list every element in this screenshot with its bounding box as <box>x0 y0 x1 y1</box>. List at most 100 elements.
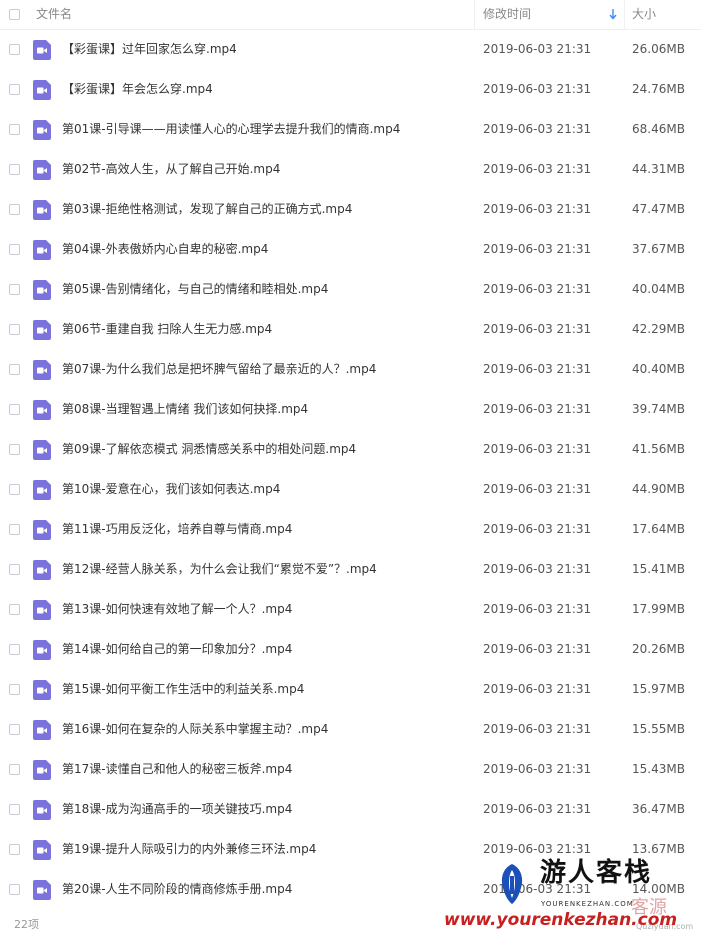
file-row[interactable]: 第04课-外表傲娇内心自卑的秘密.mp4 2019-06-03 21:31 37.6… <box>0 230 701 270</box>
file-row-checkbox[interactable] <box>9 684 20 695</box>
file-row-checkbox[interactable] <box>9 44 20 55</box>
video-file-icon <box>33 240 51 260</box>
file-name-link[interactable]: 第12课-经营人脉关系，为什么会让我们“累觉不爱”？.mp4 <box>62 562 377 577</box>
file-modified-time: 2019-06-03 21:31 <box>483 762 592 776</box>
file-name-link[interactable]: 第19课-提升人际吸引力的内外兼修三环法.mp4 <box>62 842 316 857</box>
video-file-icon <box>33 520 51 540</box>
file-row-checkbox[interactable] <box>9 804 20 815</box>
file-name-link[interactable]: 第01课-引导课——用读懂人心的心理学去提升我们的情商.mp4 <box>62 122 400 137</box>
file-size: 15.97MB <box>632 682 685 696</box>
sort-arrow-down-icon[interactable] <box>608 7 618 21</box>
file-row[interactable]: 第12课-经营人脉关系，为什么会让我们“累觉不爱”？.mp4 2019-06-03… <box>0 550 701 590</box>
select-all-checkbox[interactable] <box>9 9 20 20</box>
file-name-link[interactable]: 第07课-为什么我们总是把坏脾气留给了最亲近的人？.mp4 <box>62 362 376 377</box>
file-size: 40.04MB <box>632 282 685 296</box>
file-name-link[interactable]: 第02节-高效人生，从了解自己开始.mp4 <box>62 162 280 177</box>
file-row-checkbox[interactable] <box>9 524 20 535</box>
file-row-checkbox[interactable] <box>9 884 20 895</box>
file-row[interactable]: 第07课-为什么我们总是把坏脾气留给了最亲近的人？.mp4 2019-06-03 … <box>0 350 701 390</box>
file-row[interactable]: 第01课-引导课——用读懂人心的心理学去提升我们的情商.mp4 2019-06-0… <box>0 110 701 150</box>
file-row[interactable]: 【彩蛋课】年会怎么穿.mp4 2019-06-03 21:31 24.76MB <box>0 70 701 110</box>
file-size: 15.55MB <box>632 722 685 736</box>
file-row[interactable]: 第10课-爱意在心，我们该如何表达.mp4 2019-06-03 21:31 44.… <box>0 470 701 510</box>
file-row-checkbox[interactable] <box>9 124 20 135</box>
file-row-checkbox[interactable] <box>9 484 20 495</box>
file-row[interactable]: 第15课-如何平衡工作生活中的利益关系.mp4 2019-06-03 21:31 1… <box>0 670 701 710</box>
file-row[interactable]: 第18课-成为沟通高手的一项关键技巧.mp4 2019-06-03 21:31 36… <box>0 790 701 830</box>
video-file-icon <box>33 40 51 60</box>
file-row[interactable]: 第16课-如何在复杂的人际关系中掌握主动？.mp4 2019-06-03 21:3… <box>0 710 701 750</box>
file-row-checkbox[interactable] <box>9 404 20 415</box>
column-header-modified-time[interactable]: 修改时间 <box>483 7 531 21</box>
file-list-header: 文件名 修改时间 大小 <box>0 0 701 30</box>
file-row-checkbox[interactable] <box>9 724 20 735</box>
video-file-icon <box>33 560 51 580</box>
file-name-link[interactable]: 第09课-了解依恋模式 洞悉情感关系中的相处问题.mp4 <box>62 442 356 457</box>
file-name-link[interactable]: 第10课-爱意在心，我们该如何表达.mp4 <box>62 482 280 497</box>
file-row-checkbox[interactable] <box>9 164 20 175</box>
file-size: 44.90MB <box>632 482 685 496</box>
video-file-icon <box>33 840 51 860</box>
video-file-icon <box>33 800 51 820</box>
file-row[interactable]: 第08课-当理智遇上情绪 我们该如何抉择.mp4 2019-06-03 21:31… <box>0 390 701 430</box>
file-modified-time: 2019-06-03 21:31 <box>483 282 592 296</box>
file-name-link[interactable]: 第15课-如何平衡工作生活中的利益关系.mp4 <box>62 682 304 697</box>
file-name-link[interactable]: 第17课-读懂自己和他人的秘密三板斧.mp4 <box>62 762 292 777</box>
file-name-link[interactable]: 第18课-成为沟通高手的一项关键技巧.mp4 <box>62 802 292 817</box>
file-name-link[interactable]: 第20课-人生不同阶段的情商修炼手册.mp4 <box>62 882 292 897</box>
file-modified-time: 2019-06-03 21:31 <box>483 42 592 56</box>
file-modified-time: 2019-06-03 21:31 <box>483 682 592 696</box>
file-modified-time: 2019-06-03 21:31 <box>483 362 592 376</box>
column-divider[interactable] <box>474 0 475 29</box>
video-file-icon <box>33 480 51 500</box>
file-row[interactable]: 【彩蛋课】过年回家怎么穿.mp4 2019-06-03 21:31 26.06MB <box>0 30 701 70</box>
file-name-link[interactable]: 第16课-如何在复杂的人际关系中掌握主动？.mp4 <box>62 722 328 737</box>
video-file-icon <box>33 760 51 780</box>
file-row[interactable]: 第03课-拒绝性格测试，发现了解自己的正确方式.mp4 2019-06-03 21… <box>0 190 701 230</box>
video-file-icon <box>33 440 51 460</box>
file-row-checkbox[interactable] <box>9 444 20 455</box>
file-row-checkbox[interactable] <box>9 324 20 335</box>
file-row-checkbox[interactable] <box>9 204 20 215</box>
video-file-icon <box>33 200 51 220</box>
file-row[interactable]: 第17课-读懂自己和他人的秘密三板斧.mp4 2019-06-03 21:31 15… <box>0 750 701 790</box>
file-size: 40.40MB <box>632 362 685 376</box>
watermark-title: 游人客栈 <box>540 858 653 888</box>
file-row-checkbox[interactable] <box>9 364 20 375</box>
file-row-checkbox[interactable] <box>9 844 20 855</box>
file-size: 44.31MB <box>632 162 685 176</box>
file-row-checkbox[interactable] <box>9 84 20 95</box>
file-row[interactable]: 第02节-高效人生，从了解自己开始.mp4 2019-06-03 21:31 44.… <box>0 150 701 190</box>
file-row-checkbox[interactable] <box>9 644 20 655</box>
file-name-link[interactable]: 第14课-如何给自己的第一印象加分？.mp4 <box>62 642 292 657</box>
column-header-size[interactable]: 大小 <box>632 7 656 21</box>
file-name-link[interactable]: 第13课-如何快速有效地了解一个人？.mp4 <box>62 602 292 617</box>
file-name-link[interactable]: 第05课-告别情绪化，与自己的情绪和睦相处.mp4 <box>62 282 328 297</box>
file-name-link[interactable]: 第04课-外表傲娇内心自卑的秘密.mp4 <box>62 242 268 257</box>
video-file-icon <box>33 80 51 100</box>
file-name-link[interactable]: 【彩蛋课】年会怎么穿.mp4 <box>62 82 213 97</box>
file-row-checkbox[interactable] <box>9 764 20 775</box>
file-row[interactable]: 第06节-重建自我 扫除人生无力感.mp4 2019-06-03 21:31 42.… <box>0 310 701 350</box>
file-row[interactable]: 第11课-巧用反泛化，培养自尊与情商.mp4 2019-06-03 21:31 17… <box>0 510 701 550</box>
file-row[interactable]: 第13课-如何快速有效地了解一个人？.mp4 2019-06-03 21:31 17… <box>0 590 701 630</box>
file-name-link[interactable]: 第11课-巧用反泛化，培养自尊与情商.mp4 <box>62 522 292 537</box>
watermark-logo-icon <box>501 864 523 904</box>
file-name-link[interactable]: 【彩蛋课】过年回家怎么穿.mp4 <box>62 42 237 57</box>
file-size: 47.47MB <box>632 202 685 216</box>
file-row[interactable]: 第09课-了解依恋模式 洞悉情感关系中的相处问题.mp4 2019-06-03 2… <box>0 430 701 470</box>
file-name-link[interactable]: 第08课-当理智遇上情绪 我们该如何抉择.mp4 <box>62 402 308 417</box>
file-row-checkbox[interactable] <box>9 604 20 615</box>
file-name-link[interactable]: 第06节-重建自我 扫除人生无力感.mp4 <box>62 322 272 337</box>
column-divider[interactable] <box>624 0 625 29</box>
file-size: 17.99MB <box>632 602 685 616</box>
file-row-checkbox[interactable] <box>9 564 20 575</box>
video-file-icon <box>33 680 51 700</box>
file-row-checkbox[interactable] <box>9 284 20 295</box>
file-modified-time: 2019-06-03 21:31 <box>483 482 592 496</box>
column-header-name[interactable]: 文件名 <box>36 7 72 21</box>
file-row-checkbox[interactable] <box>9 244 20 255</box>
file-name-link[interactable]: 第03课-拒绝性格测试，发现了解自己的正确方式.mp4 <box>62 202 352 217</box>
file-row[interactable]: 第05课-告别情绪化，与自己的情绪和睦相处.mp4 2019-06-03 21:3… <box>0 270 701 310</box>
file-row[interactable]: 第14课-如何给自己的第一印象加分？.mp4 2019-06-03 21:31 20… <box>0 630 701 670</box>
